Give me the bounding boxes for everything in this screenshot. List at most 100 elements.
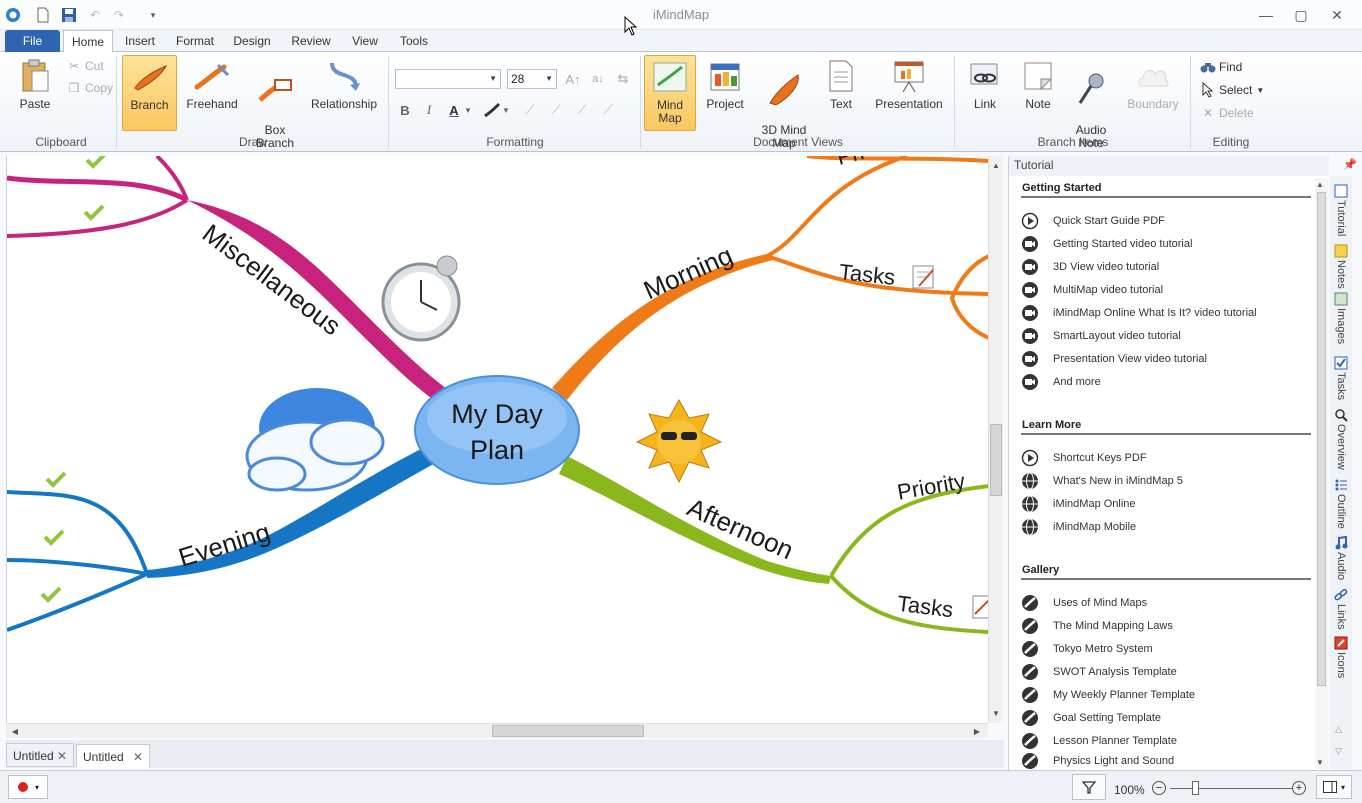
tutorial-item[interactable]: Presentation View video tutorial [1021, 348, 1207, 370]
tab-review[interactable]: Review [283, 30, 339, 52]
central-topic[interactable]: My Day Plan [415, 396, 579, 468]
view-layout-button[interactable]: ▾ [1316, 775, 1352, 799]
gallery-item[interactable]: Tokyo Metro System [1021, 638, 1153, 660]
side-tab-audio[interactable]: Audio [1332, 536, 1350, 580]
maximize-button[interactable]: ▢ [1287, 6, 1315, 24]
boundary-button[interactable]: Boundary [1122, 55, 1184, 131]
delete-button[interactable]: ✕ Delete [1200, 103, 1254, 123]
paste-button[interactable]: Paste [8, 55, 62, 131]
record-button[interactable]: ▾ [8, 775, 48, 799]
branch-width-icon[interactable]: ⟋ [572, 100, 592, 120]
gallery-item[interactable]: SWOT Analysis Template [1021, 661, 1177, 683]
tutorial-item[interactable]: iMindMap Online [1021, 493, 1136, 515]
tab-tools[interactable]: Tools [391, 30, 437, 52]
tutorial-item[interactable]: SmartLayout video tutorial [1021, 325, 1181, 347]
side-tab-tutorial[interactable]: Tutorial [1332, 184, 1350, 236]
pin-icon[interactable]: 📌 [1343, 158, 1357, 171]
find-button[interactable]: Find [1200, 57, 1242, 77]
tutorial-item[interactable]: 3D View video tutorial [1021, 256, 1159, 278]
tab-view[interactable]: View [344, 30, 386, 52]
scroll-down-icon[interactable]: ▽ [1335, 746, 1342, 757]
horizontal-scroll-thumb[interactable] [492, 725, 644, 737]
gallery-item[interactable]: Uses of Mind Maps [1021, 592, 1147, 614]
mind-map-view-button[interactable]: Mind Map [644, 55, 696, 131]
gallery-item[interactable]: Goal Setting Template [1021, 707, 1161, 729]
note-button[interactable]: Note [1016, 55, 1060, 131]
side-tab-icons[interactable]: Icons [1332, 636, 1350, 678]
font-size-select[interactable]: 28 ▼ [507, 69, 557, 89]
branch-curve-icon[interactable]: ⟋ [598, 100, 618, 120]
panel-scroll-thumb[interactable] [1317, 192, 1326, 686]
branch-style-icon[interactable]: ⟋ [520, 100, 540, 120]
bold-icon[interactable]: B [395, 100, 415, 120]
tutorial-item[interactable]: And more [1021, 371, 1101, 393]
tab-insert[interactable]: Insert [116, 30, 164, 52]
tab-home[interactable]: Home [63, 30, 113, 53]
italic-icon[interactable]: I [419, 100, 439, 120]
3d-mind-map-button[interactable]: 3D Mind Map [756, 55, 812, 150]
vertical-scroll-thumb[interactable] [990, 424, 1002, 496]
audio-note-button[interactable]: Audio Note [1068, 55, 1114, 150]
presentation-view-button[interactable]: Presentation [872, 55, 946, 131]
tutorial-item[interactable]: What's New in iMindMap 5 [1021, 470, 1183, 492]
branch-button[interactable]: Branch [122, 55, 177, 131]
close-button[interactable]: ✕ [1323, 6, 1351, 24]
side-tab-images[interactable]: Images [1332, 292, 1350, 344]
zoom-in-icon[interactable]: + [1292, 781, 1306, 795]
side-tab-notes[interactable]: Notes [1332, 244, 1350, 289]
gallery-item[interactable]: The Mind Mapping Laws [1021, 615, 1173, 637]
scroll-down-icon[interactable]: ▼ [989, 706, 1003, 720]
gallery-item[interactable]: My Weekly Planner Template [1021, 684, 1195, 706]
font-name-select[interactable]: ▼ [395, 69, 501, 89]
scroll-down-icon[interactable]: ▼ [1316, 758, 1324, 767]
side-tab-outline[interactable]: Outline [1332, 478, 1350, 529]
gallery-item[interactable]: Lesson Planner Template [1021, 730, 1177, 752]
scroll-up-icon[interactable]: △ [1335, 724, 1342, 735]
branch-color-icon[interactable] [482, 100, 502, 120]
select-button[interactable]: Select ▼ [1200, 80, 1264, 100]
gallery-item[interactable]: Physics Light and Sound [1021, 753, 1174, 769]
text-view-button[interactable]: Text [820, 55, 862, 131]
scroll-left-icon[interactable]: ◀ [8, 724, 22, 738]
close-tab-icon[interactable]: ✕ [57, 744, 67, 768]
scroll-up-icon[interactable]: ▲ [989, 158, 1003, 172]
cut-button[interactable]: ✂ Cut [66, 56, 104, 76]
tutorial-item[interactable]: iMindMap Online What Is It? video tutori… [1021, 302, 1257, 324]
mind-map-canvas[interactable]: My Day Plan Miscellaneous Morning Evenin… [6, 156, 988, 723]
scroll-right-icon[interactable]: ▶ [970, 724, 984, 738]
canvas-vertical-scrollbar[interactable]: ▲ ▼ [988, 156, 1003, 723]
tutorial-item[interactable]: iMindMap Mobile [1021, 516, 1136, 538]
link-button[interactable]: Link [962, 55, 1008, 131]
tutorial-item[interactable]: Shortcut Keys PDF [1021, 447, 1147, 469]
doc-tab-untitled-1[interactable]: Untitled ✕ [6, 743, 74, 767]
tutorial-item[interactable]: Quick Start Guide PDF [1021, 210, 1165, 232]
panel-scrollbar[interactable]: ▲ ▼ [1315, 178, 1328, 770]
clear-format-icon[interactable]: ⇆ [613, 69, 633, 89]
grow-font-icon[interactable]: A↑ [563, 69, 583, 89]
side-tab-links[interactable]: Links [1332, 588, 1350, 630]
scroll-up-icon[interactable]: ▲ [1316, 180, 1324, 189]
side-tab-tasks[interactable]: Tasks [1332, 356, 1350, 400]
zoom-out-icon[interactable]: − [1152, 781, 1166, 795]
copy-button[interactable]: ❐ Copy [66, 78, 113, 98]
relationship-button[interactable]: Relationship [308, 55, 380, 131]
chevron-down-icon[interactable]: ▼ [462, 100, 474, 120]
font-color-icon[interactable]: A [444, 100, 464, 120]
close-tab-icon[interactable]: ✕ [133, 745, 143, 769]
canvas-horizontal-scrollbar[interactable]: ◀ ▶ [6, 723, 988, 738]
zoom-slider[interactable] [1170, 788, 1292, 789]
freehand-button[interactable]: Freehand [184, 55, 240, 131]
tutorial-item[interactable]: Getting Started video tutorial [1021, 233, 1192, 255]
filter-button[interactable] [1072, 774, 1106, 800]
minimize-button[interactable]: — [1252, 6, 1280, 24]
tab-file[interactable]: File [5, 30, 60, 52]
zoom-slider-handle[interactable] [1192, 781, 1199, 795]
branch-shape-icon[interactable]: ⟋ [546, 100, 566, 120]
doc-tab-untitled-2[interactable]: Untitled ✕ [76, 744, 150, 768]
side-tab-overview[interactable]: Overview [1332, 408, 1350, 470]
tab-format[interactable]: Format [168, 30, 222, 52]
tab-design[interactable]: Design [226, 30, 278, 52]
shrink-font-icon[interactable]: a↓ [588, 69, 608, 89]
project-view-button[interactable]: Project [702, 55, 748, 131]
tutorial-item[interactable]: MultiMap video tutorial [1021, 279, 1163, 301]
